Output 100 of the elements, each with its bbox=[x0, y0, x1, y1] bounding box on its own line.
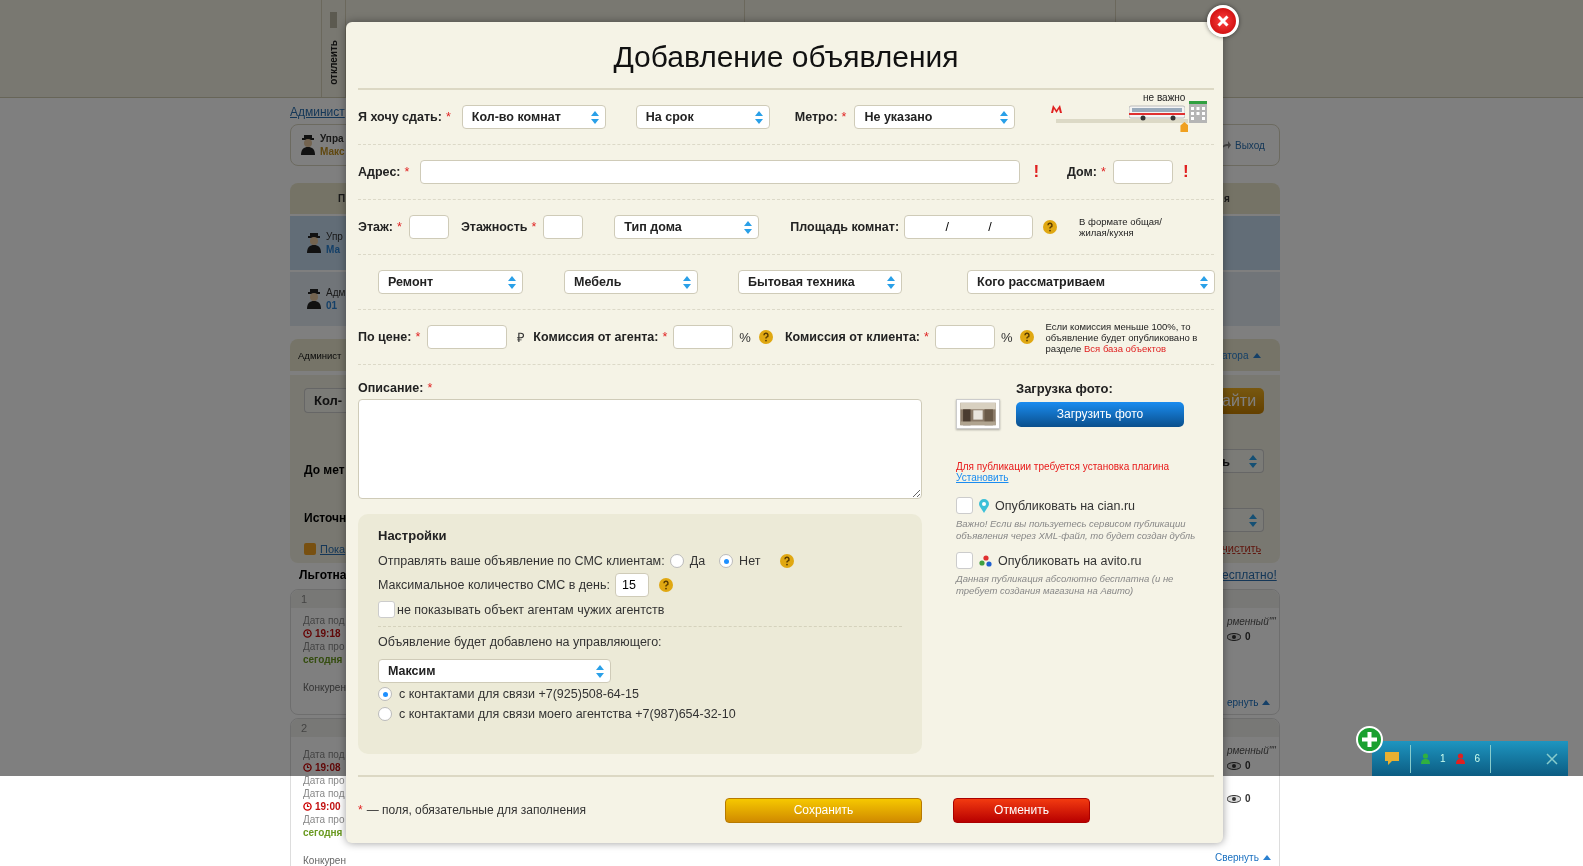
dropdown[interactable]: Кол-во комнат bbox=[461, 105, 606, 129]
radio-label: с контактами для связи +7(925)508-64-15 bbox=[399, 687, 639, 701]
breadcrumb-link[interactable]: Админист bbox=[290, 105, 346, 119]
help-icon[interactable] bbox=[658, 578, 673, 592]
input-field[interactable] bbox=[427, 325, 508, 349]
collapse-link[interactable]: ернуть bbox=[1227, 697, 1259, 708]
radio-button[interactable] bbox=[378, 707, 392, 721]
toggle-link[interactable]: атора bbox=[1222, 348, 1249, 362]
input-field[interactable] bbox=[543, 215, 584, 239]
unstick-label[interactable]: отклеить bbox=[328, 40, 339, 85]
close-icon[interactable] bbox=[1546, 752, 1558, 765]
publish-note: Важно! Если вы пользуетесь сервисом публикации объявления через XML-файл, то будет создан дубль bbox=[956, 518, 1197, 542]
checkbox[interactable] bbox=[956, 552, 973, 569]
listing-text: 19:00 bbox=[303, 800, 347, 813]
slider-thumb[interactable] bbox=[1180, 122, 1189, 132]
cancel-button[interactable]: Отменить bbox=[953, 797, 1090, 823]
input-field[interactable]: 15 bbox=[614, 573, 649, 597]
user-role: Адм bbox=[326, 286, 346, 299]
dropdown[interactable]: Не указано bbox=[854, 105, 1016, 129]
logout-link[interactable]: Выход bbox=[1235, 138, 1265, 152]
clear-link[interactable]: чистить bbox=[1222, 542, 1280, 554]
drag-handle[interactable] bbox=[330, 12, 337, 28]
user-name: Макс bbox=[320, 145, 345, 158]
warning-mark: ! bbox=[1033, 162, 1040, 182]
tab-label[interactable]: П bbox=[338, 192, 346, 205]
radio-button[interactable] bbox=[719, 554, 734, 568]
location-pin-icon bbox=[979, 498, 989, 513]
currency-sign: ₽ bbox=[517, 329, 526, 346]
caret-icon bbox=[1262, 700, 1271, 705]
dropdown[interactable] bbox=[1222, 508, 1264, 532]
metro-logo-icon bbox=[1051, 105, 1063, 113]
user-role: Упра bbox=[320, 132, 345, 145]
input-field[interactable] bbox=[420, 160, 1021, 184]
upload-photo-button[interactable]: Загрузить фото bbox=[1016, 401, 1184, 427]
input-field[interactable] bbox=[1112, 160, 1173, 184]
filter-link[interactable]: Пока bbox=[320, 543, 346, 555]
listing-text: Конкурен bbox=[303, 681, 347, 694]
caret-icon bbox=[1252, 352, 1261, 358]
input-field[interactable] bbox=[408, 215, 449, 239]
description-field[interactable] bbox=[358, 399, 922, 499]
dropdown[interactable]: Кого рассматриваем bbox=[967, 270, 1215, 294]
listing-text: 19:08 bbox=[303, 761, 347, 774]
online-count: 1 bbox=[1440, 753, 1446, 764]
listing-text: 19:18 bbox=[303, 627, 347, 640]
dropdown[interactable]: Бытовая техника bbox=[738, 270, 902, 294]
dropdown[interactable]: Кол- bbox=[304, 388, 346, 413]
dropdown[interactable]: Мебель bbox=[564, 270, 698, 294]
field-label: Метро: * bbox=[794, 110, 847, 124]
help-icon[interactable] bbox=[1020, 330, 1035, 344]
photo-title: Загрузка фото: bbox=[1016, 381, 1114, 396]
input-field[interactable] bbox=[934, 325, 995, 349]
help-icon[interactable] bbox=[758, 330, 773, 344]
dots-icon bbox=[979, 554, 992, 567]
tab-label[interactable]: я bbox=[1224, 192, 1230, 205]
distance-label: не важно bbox=[1143, 92, 1186, 103]
input-field[interactable]: / / bbox=[904, 215, 1034, 239]
promo-link[interactable]: есплатно! bbox=[1222, 568, 1280, 582]
commission-note: Если комиссия меньше 100%, то объявление будет опубликовано в разделе Вся база объектов bbox=[1045, 320, 1199, 354]
listing-text: Конкурен bbox=[303, 854, 347, 866]
updown-arrows-icon bbox=[1200, 275, 1208, 289]
install-link[interactable]: Установить bbox=[956, 472, 1009, 483]
radio-button[interactable] bbox=[378, 687, 392, 701]
checkbox[interactable] bbox=[378, 601, 395, 618]
updown-arrows-icon bbox=[508, 275, 516, 289]
radio-label: с контактами для связи моего агентства +7(987)654-32-10 bbox=[399, 707, 736, 721]
filter-label: Источн bbox=[304, 511, 346, 525]
field-label: Адрес: * bbox=[358, 165, 410, 179]
offline-count: 6 bbox=[1474, 753, 1481, 764]
help-icon[interactable] bbox=[780, 554, 795, 568]
dropdown[interactable]: Ремонт bbox=[378, 270, 523, 294]
field-label: Описание: * bbox=[358, 381, 434, 395]
checkbox[interactable] bbox=[956, 497, 973, 514]
input-field[interactable] bbox=[673, 325, 734, 349]
updown-arrows-icon bbox=[754, 110, 763, 124]
listing-type: рменный"" bbox=[1227, 616, 1277, 627]
hint-text: В формате общая/жилая/кухня bbox=[1079, 216, 1163, 238]
clock-icon bbox=[303, 629, 312, 638]
updown-arrows-icon bbox=[744, 220, 753, 234]
collapse-link[interactable]: Свернуть bbox=[1215, 852, 1259, 863]
catalog-link[interactable]: Вся база объектов bbox=[1084, 342, 1167, 354]
caret-icon bbox=[1262, 855, 1271, 860]
settings-title: Настройки bbox=[378, 528, 448, 543]
add-button[interactable] bbox=[1356, 726, 1383, 753]
section-title: Админист bbox=[298, 348, 342, 362]
user-avatar-icon bbox=[306, 233, 322, 253]
listing-text: Дата про bbox=[303, 813, 346, 826]
dropdown[interactable]: ь bbox=[1222, 449, 1264, 473]
listing-type: рменный"" bbox=[1227, 745, 1277, 756]
dropdown[interactable]: Тип дома bbox=[614, 215, 760, 239]
dropdown[interactable]: Максим bbox=[378, 659, 611, 683]
listing-text: Дата про bbox=[303, 640, 346, 653]
percent-sign: % bbox=[739, 329, 751, 345]
user-name: Ма bbox=[326, 243, 341, 256]
chat-bubble-icon[interactable] bbox=[1384, 751, 1400, 766]
checkbox[interactable] bbox=[304, 543, 316, 555]
user-avatar-icon bbox=[306, 289, 322, 309]
help-icon[interactable] bbox=[1043, 220, 1058, 234]
dropdown[interactable]: На срок bbox=[635, 105, 770, 129]
radio-button[interactable] bbox=[669, 554, 684, 568]
checkbox-label: Опубликовать на cian.ru bbox=[995, 498, 1136, 513]
